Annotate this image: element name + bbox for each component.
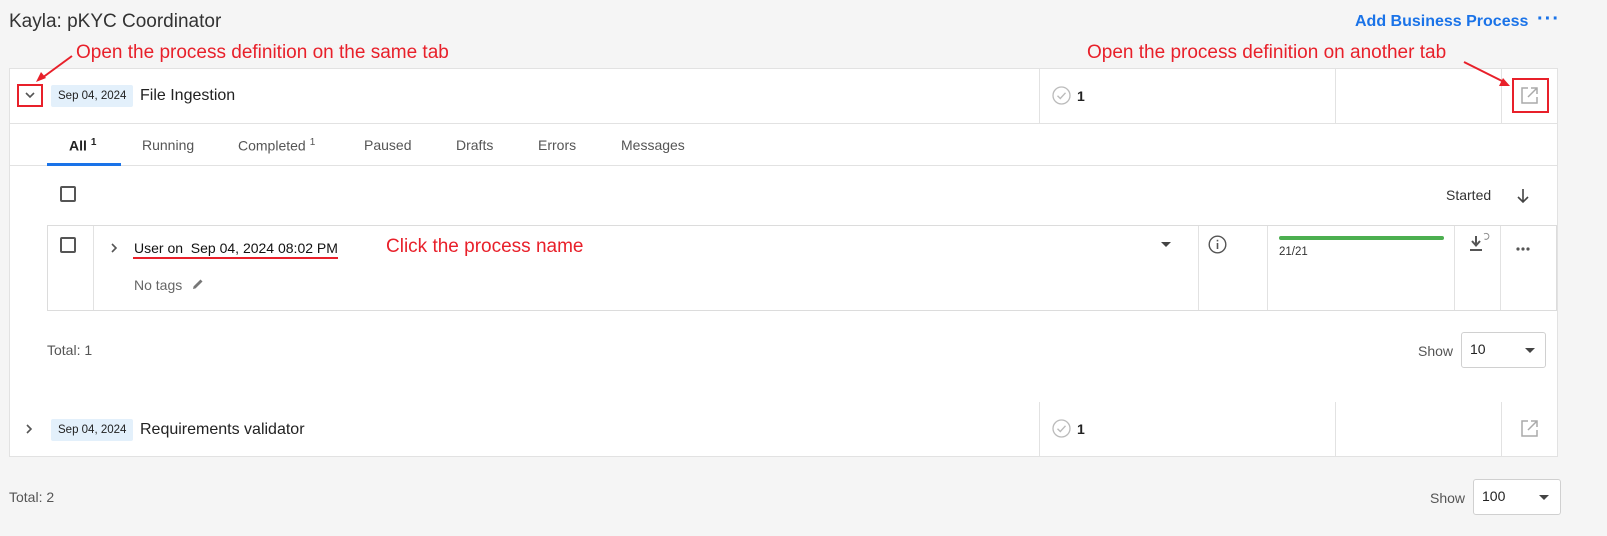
- tab-drafts[interactable]: Drafts: [456, 137, 493, 153]
- progress-text: 21/21: [1279, 246, 1308, 258]
- divider: [1500, 226, 1501, 310]
- instance-name-underline: [133, 257, 338, 259]
- chevron-down-icon: [1525, 348, 1535, 353]
- tab-completed[interactable]: Completed 1: [238, 137, 315, 154]
- sort-label[interactable]: Started: [1446, 187, 1491, 203]
- progress-track: [1279, 236, 1444, 240]
- row-dropdown-caret[interactable]: [1161, 242, 1171, 247]
- divider: [1335, 402, 1336, 457]
- divider: [1501, 402, 1502, 457]
- divider: [93, 226, 94, 310]
- chevron-down-icon: [1539, 495, 1549, 500]
- chevron-right-icon[interactable]: [108, 241, 120, 260]
- tab-all[interactable]: All 1: [69, 137, 96, 154]
- pencil-icon[interactable]: [191, 277, 205, 296]
- process-date-chip: Sep 04, 2024: [51, 419, 134, 441]
- tab-paused[interactable]: Paused: [364, 137, 411, 153]
- tab-running[interactable]: Running: [142, 137, 194, 153]
- processes-show-label: Show: [1430, 490, 1466, 506]
- tabs-divider: [10, 165, 1557, 166]
- row-more-icon[interactable]: [1516, 239, 1530, 257]
- row-checkbox[interactable]: [60, 237, 76, 253]
- tab-errors[interactable]: Errors: [538, 137, 576, 153]
- completed-count: 1: [1077, 421, 1085, 437]
- download-icon[interactable]: [1467, 231, 1491, 262]
- divider: [1454, 226, 1455, 310]
- divider: [1039, 402, 1040, 457]
- list-total: Total: 1: [47, 342, 93, 358]
- progress-fill: [1279, 236, 1444, 240]
- processes-page-size-value: 100: [1482, 488, 1506, 504]
- tab-messages[interactable]: Messages: [621, 137, 685, 153]
- active-tab-indicator: [47, 163, 121, 166]
- process-name[interactable]: Requirements validator: [140, 421, 305, 439]
- annotation-click-name: Click the process name: [386, 236, 584, 257]
- instance-name-link[interactable]: User on Sep 04, 2024 08:02 PM: [134, 240, 338, 256]
- arrow-down-icon[interactable]: [1515, 187, 1531, 210]
- external-link-icon[interactable]: [1520, 419, 1539, 443]
- check-circle-icon: [1052, 419, 1071, 443]
- divider: [1267, 226, 1268, 310]
- info-icon[interactable]: [1208, 235, 1227, 259]
- divider: [1198, 226, 1199, 310]
- chevron-right-icon[interactable]: [23, 422, 35, 441]
- list-show-label: Show: [1418, 343, 1454, 359]
- select-all-checkbox[interactable]: [60, 186, 76, 202]
- processes-total: Total: 2: [9, 489, 55, 505]
- tags-label: No tags: [134, 277, 183, 293]
- list-page-size-value: 10: [1470, 341, 1486, 357]
